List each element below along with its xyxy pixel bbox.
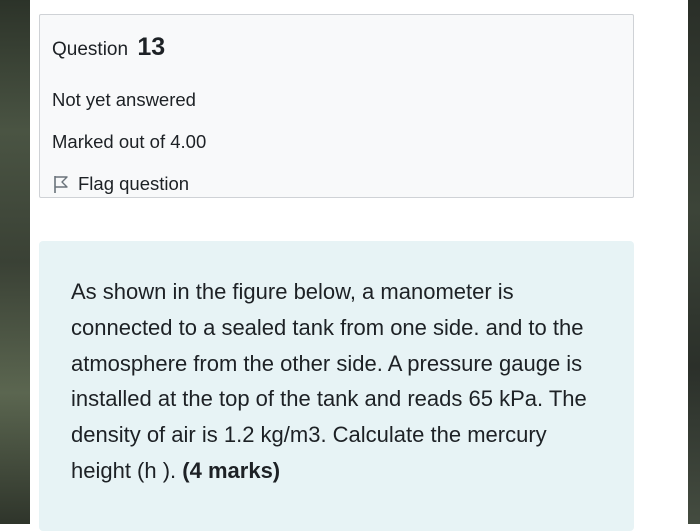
photo-edge-right [688,0,700,524]
question-text-panel: As shown in the figure below, a manomete… [39,241,634,531]
question-body: As shown in the figure below, a manomete… [71,279,587,483]
question-number: 13 [137,33,166,61]
quiz-page: Question 13 Not yet answered Marked out … [30,0,688,531]
question-marks: (4 marks) [182,457,281,483]
flag-outline-icon [52,174,70,194]
question-heading: Question 13 [52,33,165,62]
question-info-panel: Question 13 Not yet answered Marked out … [39,14,634,198]
flag-question-link[interactable]: Flag question [52,173,189,195]
question-grade: Marked out of 4.00 [52,131,207,152]
flag-question-label: Flag question [78,173,190,194]
question-label: Question [52,39,129,60]
question-state: Not yet answered [52,89,196,110]
photo-edge-left [0,0,30,524]
question-text: As shown in the figure below, a manomete… [71,274,601,489]
